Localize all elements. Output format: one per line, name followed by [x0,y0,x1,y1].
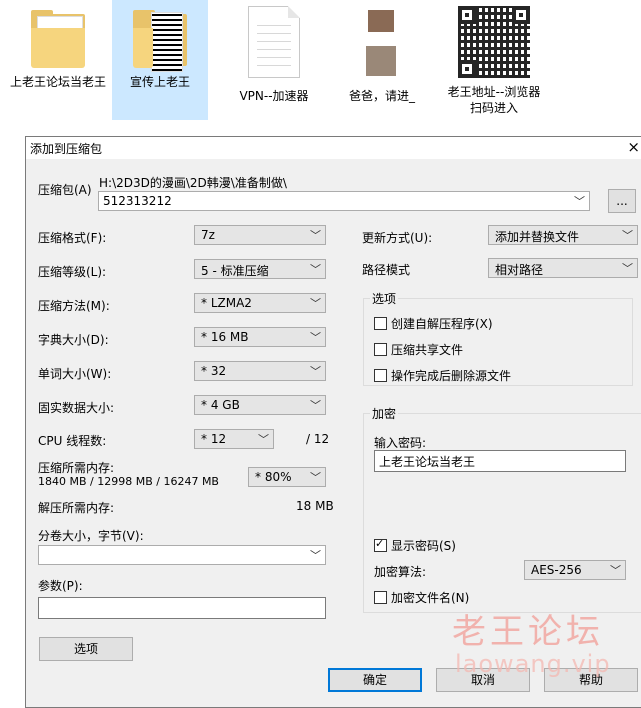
shared-files-checkbox[interactable]: 压缩共享文件 [374,341,463,358]
desktop-item-4[interactable]: 爸爸，请进_ [334,0,430,120]
chevron-down-icon: ﹀ [310,331,321,344]
desktop-item-label: 上老王论坛当老王 [10,75,107,89]
checkbox-icon [374,343,387,356]
split-label: 分卷大小，字节(V): [38,529,144,543]
archive-label: 压缩包(A) [38,183,92,197]
desktop-item-label: 老王地址--浏览器扫码进入 [447,85,541,115]
chevron-down-icon: ﹀ [622,262,633,275]
sfx-checkbox[interactable]: 创建自解压程序(X) [374,315,493,332]
folder-icon [27,10,89,72]
params-input[interactable] [38,597,326,619]
document-icon [248,6,300,78]
password-input[interactable]: 上老王论坛当老王 [374,450,626,472]
chevron-down-icon: ﹀ [310,297,321,310]
update-mode-select[interactable]: 添加并替换文件 ﹀ [488,225,638,245]
checkbox-icon [374,591,387,604]
pathmode-label: 路径模式 [362,263,411,277]
checkmark-icon [374,537,387,552]
folder-icon [129,10,191,72]
chevron-down-icon: ﹀ [310,399,321,412]
options-button[interactable]: 选项 [39,637,133,661]
checkbox-icon [374,369,387,382]
solid-select[interactable]: * 4 GB ﹀ [194,395,326,415]
dict-select[interactable]: * 16 MB ﹀ [194,327,326,347]
chevron-down-icon: ﹀ [310,471,321,484]
close-icon[interactable]: × [627,138,640,156]
checkbox-icon [374,317,387,330]
desktop-item-label: 宣传上老王 [129,75,190,89]
encryption-group: 加密 输入密码: 上老王论坛当老王 显示密码(S) 加密算法: AES-256 … [363,405,641,613]
options-group: 选项 创建自解压程序(X) 压缩共享文件 操作完成后删除源文件 [363,290,633,386]
image-icon [362,6,402,78]
mem-comp-label: 压缩所需内存: [38,461,115,475]
show-password-checkbox[interactable]: 显示密码(S) [374,537,456,554]
desktop-item-1[interactable]: 上老王论坛当老王 [10,0,106,120]
dict-label: 字典大小(D): [38,333,109,347]
params-label: 参数(P): [38,579,83,593]
word-select[interactable]: * 32 ﹀ [194,361,326,381]
archive-path: H:\2D3D的漫画\2D韩漫\准备制做\ [99,176,287,190]
chevron-down-icon: ﹀ [310,549,321,562]
update-label: 更新方式(U): [362,231,433,245]
watermark-url: laowang.vip [455,650,611,678]
solid-label: 固实数据大小: [38,401,115,415]
encryption-group-title: 加密 [370,405,399,422]
desktop-item-label: 爸爸，请进_ [348,89,415,103]
mem-decomp-label: 解压所需内存: [38,501,115,515]
split-size-field[interactable]: ﹀ [38,545,326,565]
title-bar: 添加到压缩包 × [26,137,641,159]
dialog-title: 添加到压缩包 [30,142,103,156]
level-label: 压缩等级(L): [38,265,107,279]
chevron-down-icon: ﹀ [310,263,321,276]
delete-files-checkbox[interactable]: 操作完成后删除源文件 [374,367,511,384]
format-select[interactable]: 7z ﹀ [194,225,326,245]
method-label: 压缩方法(M): [38,299,110,313]
password-label: 输入密码: [374,436,427,450]
method-select[interactable]: * LZMA2 ﹀ [194,293,326,313]
desktop-item-5[interactable]: 老王地址--浏览器扫码进入 [444,0,544,120]
cpu-label: CPU 线程数: [38,434,107,448]
ok-button[interactable]: 确定 [328,668,422,692]
qr-code-icon [458,6,530,78]
mem-comp-detail: 1840 MB / 12998 MB / 16247 MB [38,475,219,488]
watermark-text: 老王论坛 [452,612,604,652]
level-select[interactable]: 5 - 标准压缩 ﹀ [194,259,326,279]
mem-percent-select[interactable]: * 80% ﹀ [248,467,326,487]
chevron-down-icon: ﹀ [258,433,269,446]
path-mode-select[interactable]: 相对路径 ﹀ [488,258,638,278]
options-group-title: 选项 [370,290,399,307]
encryption-method-label: 加密算法: [374,565,427,579]
desktop-item-3[interactable]: VPN--加速器 [226,0,322,120]
cpu-max: / 12 [306,432,330,446]
format-label: 压缩格式(F): [38,231,107,245]
chevron-down-icon: ﹀ [610,564,621,577]
cpu-select[interactable]: * 12 ﹀ [194,429,274,449]
chevron-down-icon: ﹀ [622,229,633,242]
chevron-down-icon: ﹀ [310,365,321,378]
desktop-item-label: VPN--加速器 [239,89,309,103]
browse-button[interactable]: ... [608,189,636,213]
chevron-down-icon: ﹀ [310,229,321,242]
chevron-down-icon: ﹀ [574,195,585,208]
encryption-method-select[interactable]: AES-256 ﹀ [524,560,626,580]
mem-decomp-value: 18 MB [296,499,334,513]
archive-name-field[interactable]: 512313212 ﹀ [98,191,590,211]
desktop-item-2[interactable]: 宣传上老王 [112,0,208,120]
word-label: 单词大小(W): [38,367,112,381]
